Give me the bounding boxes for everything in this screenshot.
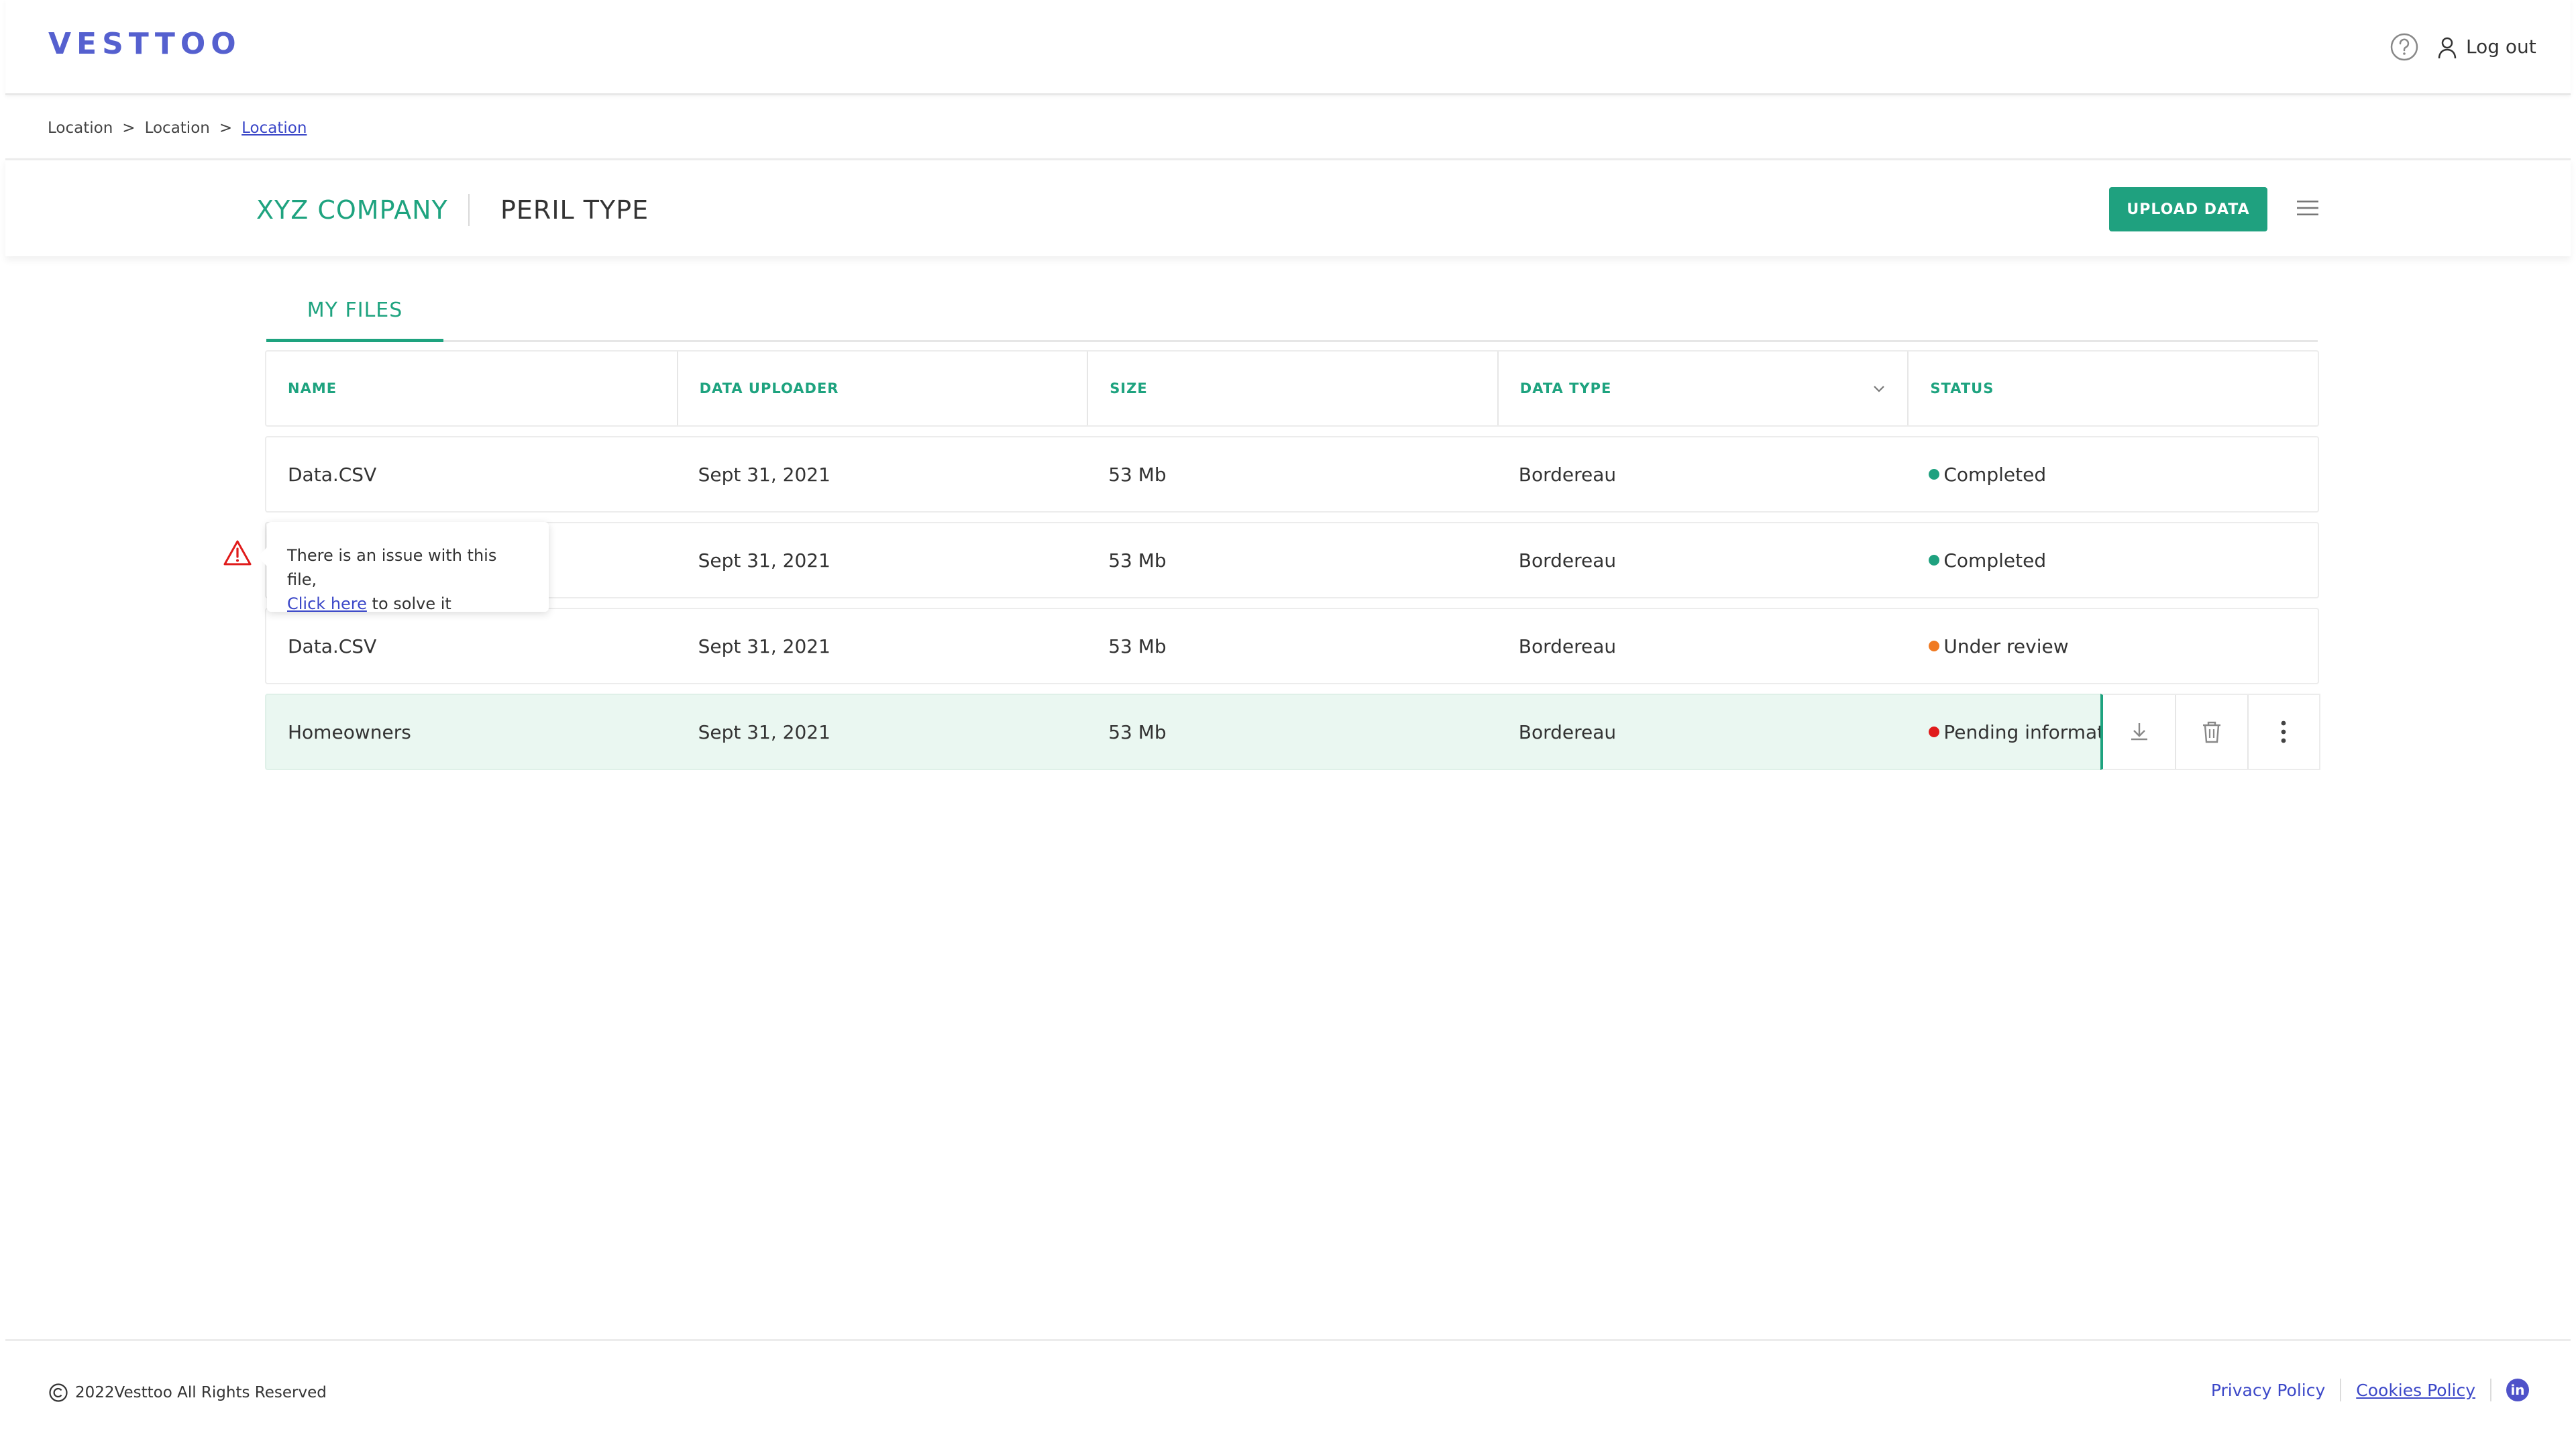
solve-issue-link[interactable]: Click here [287,594,367,613]
cell-size: 53 Mb [1108,549,1167,572]
linkedin-icon[interactable]: in [2506,1379,2529,1401]
column-header-size[interactable]: SIZE [1087,352,1497,425]
breadcrumb-item-1[interactable]: Location [48,119,113,137]
tooltip-action-line: Click here to solve it [287,592,529,616]
copyright: 2022Vesttoo All Rights Reserved [48,1383,327,1403]
table-header: NAME DATA UPLOADER SIZE DATA TYPE STATUS [265,350,2319,427]
footer: 2022Vesttoo All Rights Reserved Privacy … [5,1339,2571,1443]
cell-uploader: Sept 31, 2021 [698,463,830,486]
column-header-data-type[interactable]: DATA TYPE [1497,352,1908,425]
cell-data-type: Bordereau [1518,549,1617,572]
cell-name: Homeowners [288,720,411,743]
file-issue-tooltip: There is an issue with this file, Click … [258,522,549,613]
status-dot-icon [1929,555,1940,566]
user-icon[interactable] [2437,36,2457,59]
table-row[interactable]: Data.CSV Sept 31, 2021 53 Mb Bordereau U… [265,608,2319,684]
cell-uploader: Sept 31, 2021 [698,635,830,657]
trash-icon [2202,721,2220,743]
top-bar: VESTTOO Log out [5,0,2571,95]
status-dot-icon [1929,727,1940,737]
files-table: NAME DATA UPLOADER SIZE DATA TYPE STATUS… [265,350,2320,770]
table-row[interactable]: Data.CSV Sept 31, 2021 53 Mb Bordereau C… [265,436,2319,513]
more-options-button[interactable] [2247,695,2319,769]
breadcrumb-item-current[interactable]: Location [241,119,307,137]
cell-data-type: Bordereau [1518,635,1617,657]
vesttoo-logo[interactable]: VESTTOO [48,27,241,61]
status-label: Completed [1943,463,2047,486]
breadcrumb: Location > Location > Location [48,119,307,137]
footer-links: Privacy Policy Cookies Policy in [2196,1379,2529,1401]
cell-uploader: Sept 31, 2021 [698,720,830,743]
status-dot-icon [1929,641,1940,651]
more-vertical-icon [2281,720,2286,743]
tabs-bar: MY FILES [266,282,2318,342]
column-header-uploader[interactable]: DATA UPLOADER [676,352,1087,425]
column-header-data-type-label: DATA TYPE [1519,380,1612,396]
download-icon [2131,723,2147,741]
breadcrumb-item-2[interactable]: Location [145,119,210,137]
column-header-status[interactable]: STATUS [1907,352,2318,425]
cell-size: 53 Mb [1108,463,1167,486]
breadcrumb-separator: > [219,119,233,137]
delete-button[interactable] [2175,695,2247,769]
download-button[interactable] [2103,695,2175,769]
cell-status: Completed [1907,549,2318,572]
footer-divider [2490,1379,2491,1401]
cookies-policy-link[interactable]: Cookies Policy [2341,1381,2490,1400]
header-divider [468,194,470,226]
upload-data-button[interactable]: UPLOAD DATA [2109,187,2267,231]
privacy-policy-link[interactable]: Privacy Policy [2196,1381,2340,1400]
tooltip-message: There is an issue with this file, [287,546,497,589]
company-name: XYZ COMPANY [256,195,448,225]
cell-data-type: Bordereau [1518,720,1617,743]
cell-data-type: Bordereau [1518,463,1617,486]
cell-name: Data.CSV [288,463,377,486]
status-label: Completed [1943,549,2047,572]
cell-status: Under review [1907,635,2318,657]
chevron-down-icon[interactable] [1871,381,1887,397]
page: VESTTOO Log out Location > Location > Lo… [0,0,2576,1443]
cell-size: 53 Mb [1108,635,1167,657]
logout-link[interactable]: Log out [2466,36,2536,58]
cell-uploader: Sept 31, 2021 [698,549,830,572]
cell-status: Completed [1907,464,2318,486]
peril-type: PERIL TYPE [500,195,649,225]
copyright-text: 2022Vesttoo All Rights Reserved [75,1384,327,1401]
table-row-hovered[interactable]: Homeowners Sept 31, 2021 53 Mb Bordereau… [265,694,2320,770]
row-actions [2100,694,2320,770]
breadcrumb-separator: > [122,119,136,137]
tab-my-files[interactable]: MY FILES [266,282,443,342]
copyright-icon [49,1383,68,1402]
question-circle-icon[interactable] [2390,32,2419,62]
column-header-name[interactable]: NAME [266,352,677,425]
hamburger-menu-icon[interactable] [2296,198,2320,218]
tooltip-message-rest: to solve it [366,594,451,613]
table-row[interactable]: Sept 31, 2021 53 Mb Bordereau Completed [265,522,2319,598]
project-header: XYZ COMPANY PERIL TYPE UPLOAD DATA [5,158,2571,256]
status-label: Under review [1943,635,2069,657]
cell-size: 53 Mb [1108,720,1167,743]
warning-triangle-icon[interactable] [223,539,252,566]
cell-name: Data.CSV [288,635,377,657]
status-dot-icon [1929,469,1940,480]
